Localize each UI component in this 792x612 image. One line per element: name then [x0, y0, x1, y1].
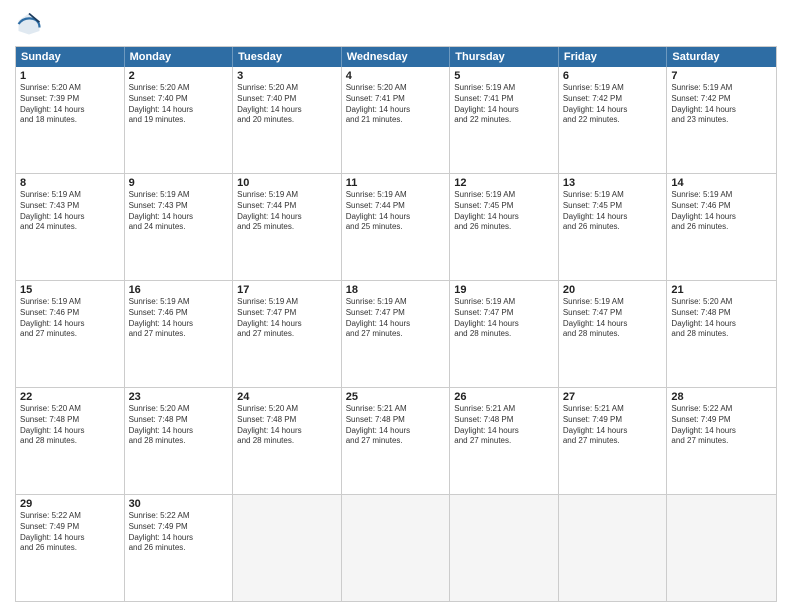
cal-cell-29: 29Sunrise: 5:22 AM Sunset: 7:49 PM Dayli…	[16, 495, 125, 601]
calendar-body: 1Sunrise: 5:20 AM Sunset: 7:39 PM Daylig…	[16, 67, 776, 601]
cal-cell-empty-3-6	[667, 495, 776, 601]
header-day-saturday: Saturday	[667, 47, 776, 67]
cal-cell-1: 1Sunrise: 5:20 AM Sunset: 7:39 PM Daylig…	[16, 67, 125, 173]
cal-cell-16: 16Sunrise: 5:19 AM Sunset: 7:46 PM Dayli…	[125, 281, 234, 387]
cal-cell-empty-3-2	[233, 495, 342, 601]
cal-week-1: 1Sunrise: 5:20 AM Sunset: 7:39 PM Daylig…	[16, 67, 776, 174]
cal-week-4: 22Sunrise: 5:20 AM Sunset: 7:48 PM Dayli…	[16, 388, 776, 495]
cal-cell-24: 24Sunrise: 5:20 AM Sunset: 7:48 PM Dayli…	[233, 388, 342, 494]
cal-cell-13: 13Sunrise: 5:19 AM Sunset: 7:45 PM Dayli…	[559, 174, 668, 280]
header-day-sunday: Sunday	[16, 47, 125, 67]
cal-cell-19: 19Sunrise: 5:19 AM Sunset: 7:47 PM Dayli…	[450, 281, 559, 387]
calendar-header: SundayMondayTuesdayWednesdayThursdayFrid…	[16, 47, 776, 67]
cal-cell-empty-3-3	[342, 495, 451, 601]
cal-cell-22: 22Sunrise: 5:20 AM Sunset: 7:48 PM Dayli…	[16, 388, 125, 494]
cal-cell-17: 17Sunrise: 5:19 AM Sunset: 7:47 PM Dayli…	[233, 281, 342, 387]
cal-cell-10: 10Sunrise: 5:19 AM Sunset: 7:44 PM Dayli…	[233, 174, 342, 280]
cal-cell-18: 18Sunrise: 5:19 AM Sunset: 7:47 PM Dayli…	[342, 281, 451, 387]
cal-cell-11: 11Sunrise: 5:19 AM Sunset: 7:44 PM Dayli…	[342, 174, 451, 280]
cal-cell-21: 21Sunrise: 5:20 AM Sunset: 7:48 PM Dayli…	[667, 281, 776, 387]
cal-cell-23: 23Sunrise: 5:20 AM Sunset: 7:48 PM Dayli…	[125, 388, 234, 494]
cal-cell-27: 27Sunrise: 5:21 AM Sunset: 7:49 PM Dayli…	[559, 388, 668, 494]
calendar: SundayMondayTuesdayWednesdayThursdayFrid…	[15, 46, 777, 602]
header-day-wednesday: Wednesday	[342, 47, 451, 67]
cal-cell-25: 25Sunrise: 5:21 AM Sunset: 7:48 PM Dayli…	[342, 388, 451, 494]
logo-icon	[15, 10, 43, 38]
cal-cell-12: 12Sunrise: 5:19 AM Sunset: 7:45 PM Dayli…	[450, 174, 559, 280]
header-day-thursday: Thursday	[450, 47, 559, 67]
cal-cell-26: 26Sunrise: 5:21 AM Sunset: 7:48 PM Dayli…	[450, 388, 559, 494]
logo	[15, 10, 47, 38]
cal-week-3: 15Sunrise: 5:19 AM Sunset: 7:46 PM Dayli…	[16, 281, 776, 388]
cal-cell-9: 9Sunrise: 5:19 AM Sunset: 7:43 PM Daylig…	[125, 174, 234, 280]
cal-cell-2: 2Sunrise: 5:20 AM Sunset: 7:40 PM Daylig…	[125, 67, 234, 173]
cal-cell-28: 28Sunrise: 5:22 AM Sunset: 7:49 PM Dayli…	[667, 388, 776, 494]
page: SundayMondayTuesdayWednesdayThursdayFrid…	[0, 0, 792, 612]
cal-cell-30: 30Sunrise: 5:22 AM Sunset: 7:49 PM Dayli…	[125, 495, 234, 601]
header	[15, 10, 777, 38]
cal-week-5: 29Sunrise: 5:22 AM Sunset: 7:49 PM Dayli…	[16, 495, 776, 601]
cal-cell-14: 14Sunrise: 5:19 AM Sunset: 7:46 PM Dayli…	[667, 174, 776, 280]
cal-cell-15: 15Sunrise: 5:19 AM Sunset: 7:46 PM Dayli…	[16, 281, 125, 387]
cal-cell-5: 5Sunrise: 5:19 AM Sunset: 7:41 PM Daylig…	[450, 67, 559, 173]
header-day-friday: Friday	[559, 47, 668, 67]
cal-cell-6: 6Sunrise: 5:19 AM Sunset: 7:42 PM Daylig…	[559, 67, 668, 173]
cal-cell-empty-3-4	[450, 495, 559, 601]
cal-cell-20: 20Sunrise: 5:19 AM Sunset: 7:47 PM Dayli…	[559, 281, 668, 387]
cal-week-2: 8Sunrise: 5:19 AM Sunset: 7:43 PM Daylig…	[16, 174, 776, 281]
cal-cell-8: 8Sunrise: 5:19 AM Sunset: 7:43 PM Daylig…	[16, 174, 125, 280]
cal-cell-empty-3-5	[559, 495, 668, 601]
header-day-tuesday: Tuesday	[233, 47, 342, 67]
cal-cell-7: 7Sunrise: 5:19 AM Sunset: 7:42 PM Daylig…	[667, 67, 776, 173]
cal-cell-3: 3Sunrise: 5:20 AM Sunset: 7:40 PM Daylig…	[233, 67, 342, 173]
header-day-monday: Monday	[125, 47, 234, 67]
cal-cell-4: 4Sunrise: 5:20 AM Sunset: 7:41 PM Daylig…	[342, 67, 451, 173]
